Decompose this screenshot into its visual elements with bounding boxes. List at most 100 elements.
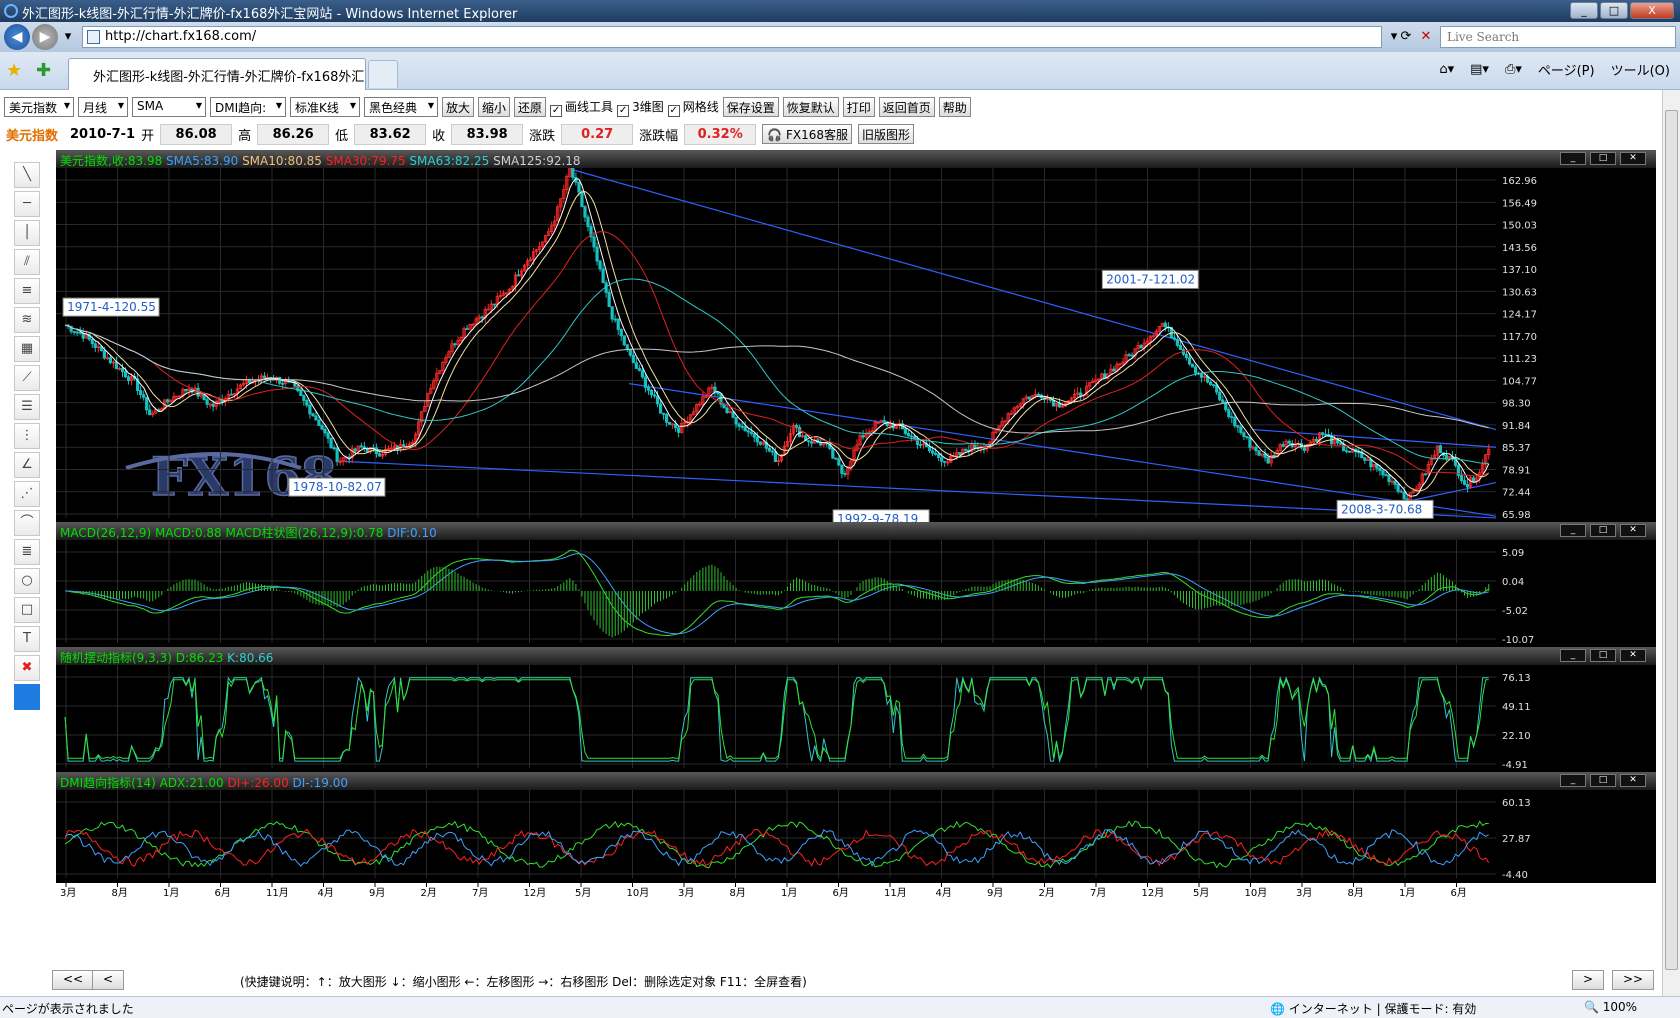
reset-default-button[interactable]: 恢复默认 [782,97,839,117]
first-page-button[interactable]: << [52,970,95,990]
print-button[interactable]: 打印 [842,97,875,117]
text-tool-icon[interactable]: T [14,626,40,652]
print-icon[interactable]: ⎙▾ [1505,62,1522,77]
rectangle-tool-icon[interactable]: □ [14,597,40,623]
close-button[interactable]: X [1630,2,1674,19]
panel-minimize-button[interactable]: _ [1560,152,1586,165]
restore-button[interactable]: 还原 [514,97,547,117]
next-button[interactable]: > [1572,970,1605,990]
back-button[interactable]: ◀ [4,24,30,50]
vertical-scrollbar[interactable] [1662,90,1680,996]
candle-body [93,343,97,348]
fibonacci-tool-icon[interactable]: ☰ [14,394,40,420]
panel-minimize-button[interactable]: _ [1560,774,1586,787]
candle-body [607,292,611,308]
zoom-in-button[interactable]: 放大 [442,97,475,117]
search-input[interactable]: Live Search [1440,26,1676,48]
candle-body [903,428,907,434]
candle-body [326,432,330,439]
chart-area[interactable]: FX168 162.96 156.49 150.03 143.56 137.10 130.6… [56,145,1656,930]
y-tick-label: 85.37 [1502,443,1531,454]
candle-body [123,371,128,378]
customer-service-button[interactable]: 🎧 FX168客服 [762,124,852,144]
symbol-select[interactable]: 美元指数 [4,97,74,117]
color-picker-swatch[interactable] [14,684,40,710]
scrollbar-thumb[interactable] [1665,110,1678,970]
favorites-star-icon[interactable]: ★ [6,60,22,81]
chart-3d-toggle[interactable]: ✓ 3维图 [617,98,664,117]
candle-body [577,181,581,193]
parallel-lines-tool-icon[interactable]: ≡ [14,278,40,304]
delete-tool-icon[interactable]: ✖ [14,655,40,681]
feeds-icon[interactable]: ▤▾ [1470,62,1489,77]
back-home-button[interactable]: 返回首页 [878,97,935,117]
refresh-icon[interactable]: ⟳ [1396,27,1416,47]
save-settings-button[interactable]: 保存设置 [722,97,779,117]
home-icon[interactable]: ⌂▾ [1439,62,1454,77]
candle-body [1172,337,1176,340]
panel-maximize-button[interactable]: □ [1590,774,1616,787]
draw-tools-toggle[interactable]: ✓ 画线工具 [550,98,613,117]
candle-body [737,423,741,427]
history-dropdown-icon[interactable]: ▾ [58,27,78,47]
maximize-button[interactable]: □ [1600,2,1628,19]
add-favorite-icon[interactable]: ✚ [36,60,51,81]
candle-body [668,422,672,425]
horizontal-line-tool-icon[interactable]: ─ [14,191,40,217]
prev-button[interactable]: < [92,970,125,990]
tools-menu[interactable]: ツール(O) [1611,60,1670,79]
panel-close-button[interactable]: ✕ [1620,152,1646,165]
help-button[interactable]: 帮助 [938,97,971,117]
sub-indicator-select[interactable]: DMI趋向: [210,97,286,117]
forward-button[interactable]: ▶ [32,24,58,50]
security-zone-text: インターネット | 保護モード: 有効 [1288,1002,1477,1016]
panel-close-button[interactable]: ✕ [1620,524,1646,537]
panel-close-button[interactable]: ✕ [1620,649,1646,662]
arc-tool-icon[interactable]: ⌒ [14,510,40,536]
y-tick-label: -4.40 [1502,870,1528,881]
text-list-tool-icon[interactable]: ≣ [14,539,40,565]
vertical-line-tool-icon[interactable]: │ [14,220,40,246]
new-tab-button[interactable] [368,60,398,88]
zoom-out-button[interactable]: 缩小 [478,97,511,117]
minimize-button[interactable]: _ [1570,2,1598,19]
fib-timezone-tool-icon[interactable]: ⋮ [14,423,40,449]
zoom-level[interactable]: 🔍 100% [1584,1000,1637,1014]
line-tool-icon[interactable]: ╲ [14,162,40,188]
candle-body [377,453,382,457]
draw-tools-label: 画线工具 [565,99,614,114]
panel-minimize-button[interactable]: _ [1560,524,1586,537]
gann-fan-tool-icon[interactable]: ⟋ [14,365,40,391]
panel-maximize-button[interactable]: □ [1590,649,1616,662]
regression-tool-icon[interactable]: ≋ [14,307,40,333]
legend-item: K:80.66 [227,651,274,665]
panel-minimize-button[interactable]: _ [1560,649,1586,662]
candle-body [145,396,149,411]
legend-item: DI-:19.00 [292,776,349,790]
panel-maximize-button[interactable]: □ [1590,152,1616,165]
grid-toggle[interactable]: ✓ 网格线 [667,98,719,117]
panel-close-button[interactable]: ✕ [1620,774,1646,787]
headset-icon: 🎧 [767,128,783,142]
candle-body [598,260,602,270]
tab-active[interactable]: 外汇图形-k线图-外汇行情-外汇牌价-fx168外汇... [68,58,366,90]
stop-icon[interactable]: ✕ [1416,27,1436,47]
last-page-button[interactable]: >> [1612,970,1655,990]
url-input[interactable]: http://chart.fx168.com/ [82,26,1382,48]
ellipse-tool-icon[interactable]: ○ [14,568,40,594]
panel-maximize-button[interactable]: □ [1590,524,1616,537]
candle-body [262,375,267,379]
theme-select[interactable]: 黑色经典 [364,97,438,117]
candle-body [114,361,119,370]
candle-type-select[interactable]: 标准K线 [290,97,360,117]
period-select[interactable]: 月线 [78,97,128,117]
grid-tool-icon[interactable]: ▦ [14,336,40,362]
magnifier-icon: 🔍 [1584,1000,1599,1014]
page-menu[interactable]: ページ(P) [1538,60,1595,79]
channel-tool-icon[interactable]: ⫽ [14,249,40,275]
indicator-select[interactable]: SMA [132,97,206,117]
old-version-button[interactable]: 旧版图形 [858,124,915,144]
candle-body [1209,381,1213,386]
angle-tool-icon[interactable]: ∠ [14,452,40,478]
speed-line-tool-icon[interactable]: ⋰ [14,481,40,507]
